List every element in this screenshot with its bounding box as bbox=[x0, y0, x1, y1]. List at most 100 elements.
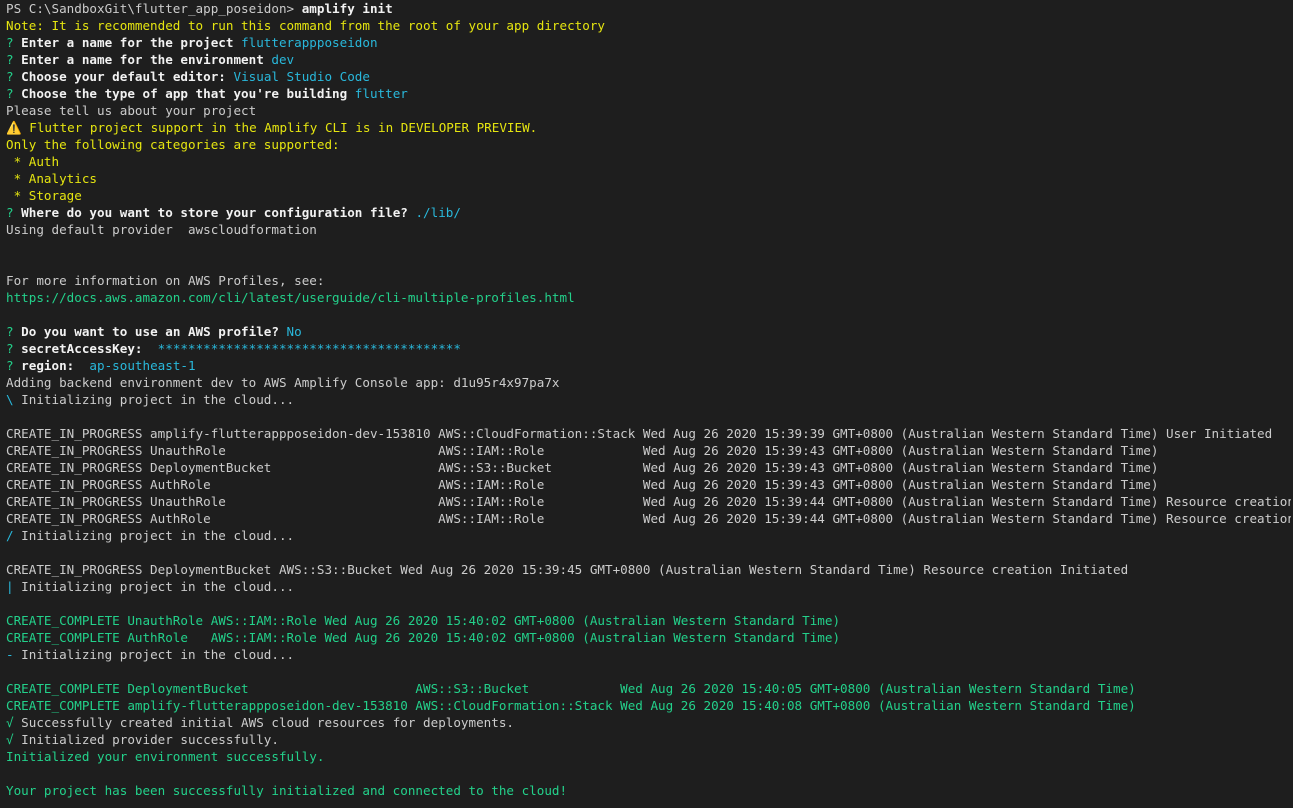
terminal-text: / bbox=[6, 528, 14, 543]
terminal-text: Your project has been successfully initi… bbox=[6, 783, 568, 798]
terminal-text: ? bbox=[6, 69, 22, 84]
terminal-line: ? Choose your default editor: Visual Stu… bbox=[6, 68, 1291, 85]
terminal-text: ? bbox=[6, 341, 22, 356]
terminal-text: ? bbox=[6, 52, 22, 67]
terminal-text: flutter bbox=[354, 86, 408, 101]
terminal-line: https://docs.aws.amazon.com/cli/latest/u… bbox=[6, 289, 1291, 306]
terminal-text: No bbox=[286, 324, 302, 339]
terminal-text: CREATE_IN_PROGRESS DeploymentBucket AWS:… bbox=[6, 562, 1129, 577]
terminal-text: \ bbox=[6, 392, 14, 407]
terminal-text: Successfully created initial AWS cloud r… bbox=[13, 715, 515, 730]
terminal-text: Initializing project in the cloud... bbox=[13, 392, 295, 407]
terminal-line: CREATE_COMPLETE DeploymentBucket AWS::S3… bbox=[6, 680, 1291, 697]
terminal-text: CREATE_COMPLETE UnauthRole AWS::IAM::Rol… bbox=[6, 613, 841, 628]
terminal-line: CREATE_IN_PROGRESS UnauthRole AWS::IAM::… bbox=[6, 442, 1291, 459]
terminal-text: CREATE_COMPLETE amplify-flutterappposeid… bbox=[6, 698, 1136, 713]
terminal-text: CREATE_IN_PROGRESS AuthRole AWS::IAM::Ro… bbox=[6, 477, 1159, 492]
terminal-text: CREATE_IN_PROGRESS UnauthRole AWS::IAM::… bbox=[6, 443, 1159, 458]
terminal-text: Adding backend environment dev to AWS Am… bbox=[6, 375, 560, 390]
terminal-text: Note: It is recommended to run this comm… bbox=[6, 18, 605, 33]
terminal-text: √ bbox=[6, 715, 14, 730]
terminal-line: √ Initialized provider successfully. bbox=[6, 731, 1291, 748]
terminal-text: ./lib/ bbox=[415, 205, 461, 220]
terminal-line: CREATE_IN_PROGRESS DeploymentBucket AWS:… bbox=[6, 561, 1291, 578]
terminal-line: CREATE_IN_PROGRESS UnauthRole AWS::IAM::… bbox=[6, 493, 1291, 510]
terminal-line: ? secretAccessKey: *********************… bbox=[6, 340, 1291, 357]
terminal-line: Only the following categories are suppor… bbox=[6, 136, 1291, 153]
terminal-line: CREATE_IN_PROGRESS AuthRole AWS::IAM::Ro… bbox=[6, 510, 1291, 527]
terminal-line: CREATE_IN_PROGRESS DeploymentBucket AWS:… bbox=[6, 459, 1291, 476]
terminal-text: Initializing project in the cloud... bbox=[13, 579, 295, 594]
terminal-line: ? Where do you want to store your config… bbox=[6, 204, 1291, 221]
terminal-line: * Storage bbox=[6, 187, 1291, 204]
terminal-line: \ Initializing project in the cloud... bbox=[6, 391, 1291, 408]
terminal-line: CREATE_IN_PROGRESS AuthRole AWS::IAM::Ro… bbox=[6, 476, 1291, 493]
terminal-text: Using default provider awscloudformation bbox=[6, 222, 317, 237]
terminal-text: secretAccessKey: bbox=[21, 341, 158, 356]
terminal-line: CREATE_COMPLETE AuthRole AWS::IAM::Role … bbox=[6, 629, 1291, 646]
terminal-text: Initializing project in the cloud... bbox=[13, 647, 295, 662]
terminal-line: Using default provider awscloudformation bbox=[6, 221, 1291, 238]
terminal-line: CREATE_IN_PROGRESS amplify-flutterapppos… bbox=[6, 425, 1291, 442]
terminal-line: ? Do you want to use an AWS profile? No bbox=[6, 323, 1291, 340]
terminal-text: Do you want to use an AWS profile? bbox=[21, 324, 287, 339]
terminal-line: * Auth bbox=[6, 153, 1291, 170]
terminal-text: dev bbox=[271, 52, 295, 67]
terminal-text: Visual Studio Code bbox=[233, 69, 370, 84]
terminal-text: Choose your default editor: bbox=[21, 69, 234, 84]
terminal-line: For more information on AWS Profiles, se… bbox=[6, 272, 1291, 289]
terminal-text: https://docs.aws.amazon.com/cli/latest/u… bbox=[6, 290, 575, 305]
terminal-line: ? Choose the type of app that you're bui… bbox=[6, 85, 1291, 102]
terminal-line: ? region: ap-southeast-1 bbox=[6, 357, 1291, 374]
terminal-output[interactable]: PS C:\SandboxGit\flutter_app_poseidon> a… bbox=[6, 0, 1291, 808]
terminal-text: CREATE_COMPLETE DeploymentBucket AWS::S3… bbox=[6, 681, 1136, 696]
terminal-text: - bbox=[6, 647, 14, 662]
terminal-line: ? Enter a name for the environment dev bbox=[6, 51, 1291, 68]
terminal-text: Only the following categories are suppor… bbox=[6, 137, 340, 152]
terminal-text: ? bbox=[6, 35, 22, 50]
terminal-line: - Initializing project in the cloud... bbox=[6, 646, 1291, 663]
terminal-line: PS C:\SandboxGit\flutter_app_poseidon> a… bbox=[6, 0, 1291, 17]
terminal-text: | bbox=[6, 579, 14, 594]
terminal-line: Your project has been successfully initi… bbox=[6, 782, 1291, 799]
terminal-text: Initializing project in the cloud... bbox=[13, 528, 295, 543]
terminal-line: Note: It is recommended to run this comm… bbox=[6, 17, 1291, 34]
terminal-text: ? bbox=[6, 86, 22, 101]
terminal-text: CREATE_COMPLETE AuthRole AWS::IAM::Role … bbox=[6, 630, 841, 645]
terminal-text: flutterappposeidon bbox=[241, 35, 378, 50]
terminal-line: | Initializing project in the cloud... bbox=[6, 578, 1291, 595]
terminal-line: CREATE_COMPLETE UnauthRole AWS::IAM::Rol… bbox=[6, 612, 1291, 629]
terminal-line: ? Enter a name for the project flutterap… bbox=[6, 34, 1291, 51]
terminal-line: / Initializing project in the cloud... bbox=[6, 527, 1291, 544]
terminal-line: CREATE_COMPLETE amplify-flutterappposeid… bbox=[6, 697, 1291, 714]
terminal-text: amplify init bbox=[301, 1, 393, 16]
terminal-text: * Storage bbox=[6, 188, 82, 203]
terminal-text: ? bbox=[6, 205, 22, 220]
terminal-text: CREATE_IN_PROGRESS amplify-flutterapppos… bbox=[6, 426, 1273, 441]
terminal-text: CREATE_IN_PROGRESS UnauthRole AWS::IAM::… bbox=[6, 494, 1291, 509]
terminal-text: √ bbox=[6, 732, 14, 747]
terminal-text: For more information on AWS Profiles, se… bbox=[6, 273, 325, 288]
terminal-text: Enter a name for the project bbox=[21, 35, 242, 50]
terminal-text: * Analytics bbox=[6, 171, 97, 186]
terminal-text: Choose the type of app that you're build… bbox=[21, 86, 355, 101]
terminal-text: CREATE_IN_PROGRESS DeploymentBucket AWS:… bbox=[6, 460, 1159, 475]
terminal-text: ap-southeast-1 bbox=[89, 358, 196, 373]
terminal-text: PS C:\SandboxGit\flutter_app_poseidon> bbox=[6, 1, 302, 16]
terminal-text: Enter a name for the environment bbox=[21, 52, 272, 67]
terminal-text: CREATE_IN_PROGRESS AuthRole AWS::IAM::Ro… bbox=[6, 511, 1291, 526]
terminal-text: Initialized your environment successfull… bbox=[6, 749, 325, 764]
terminal-line: ⚠️ Flutter project support in the Amplif… bbox=[6, 119, 1291, 136]
terminal-text: region: bbox=[21, 358, 90, 373]
terminal-text: Where do you want to store your configur… bbox=[21, 205, 416, 220]
terminal-text: ? bbox=[6, 358, 22, 373]
terminal-line: Initialized your environment successfull… bbox=[6, 748, 1291, 765]
terminal-text: Please tell us about your project bbox=[6, 103, 257, 118]
